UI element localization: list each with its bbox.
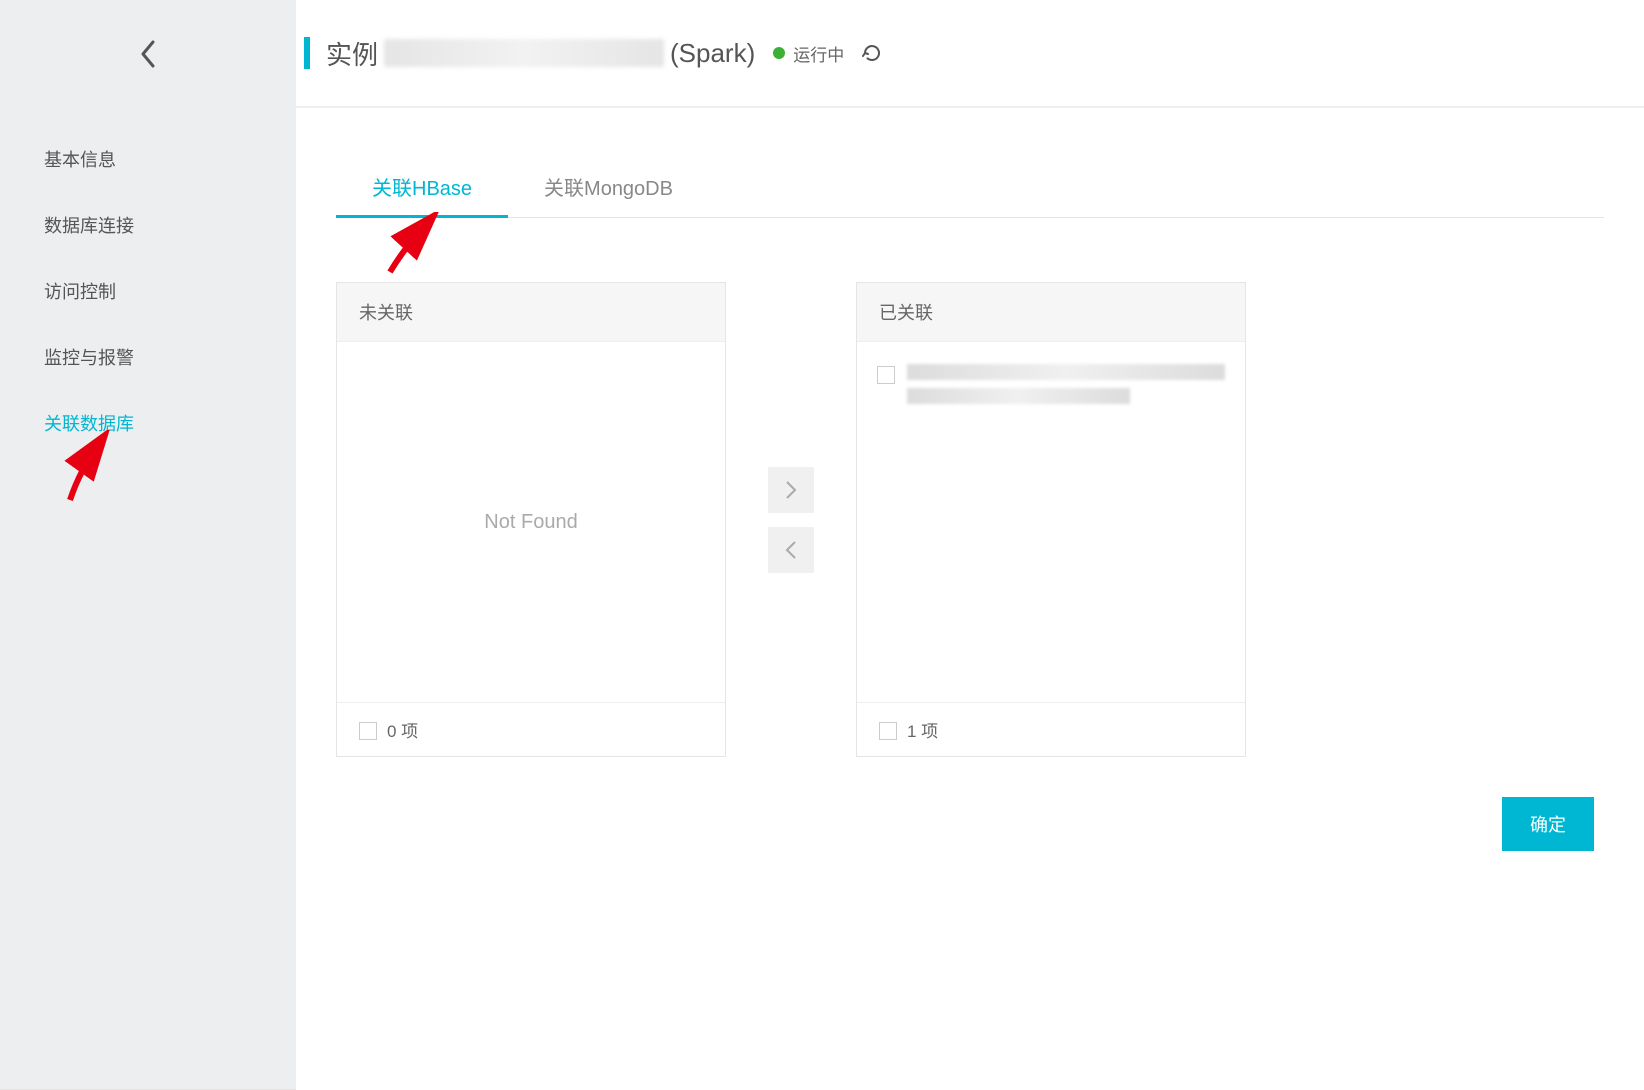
transfer-container: 未关联 Not Found 0 项: [336, 282, 1604, 757]
linked-count: 1 项: [907, 717, 938, 742]
panel-unlinked-header: 未关联: [337, 283, 725, 342]
panel-linked-header: 已关联: [857, 283, 1245, 342]
chevron-left-icon: [139, 40, 157, 68]
transfer-controls: [768, 282, 814, 757]
redacted-item-text: [907, 364, 1225, 404]
main-content: 实例 (Spark) 运行中 关联HBase 关联MongoDB: [296, 0, 1644, 1090]
annotation-arrow: [380, 212, 450, 282]
redacted-instance-name: [384, 39, 664, 67]
tab-mongodb[interactable]: 关联MongoDB: [508, 156, 709, 217]
refresh-button[interactable]: [862, 43, 882, 63]
sidebar-item-db-connections[interactable]: 数据库连接: [0, 192, 296, 258]
page-title: 实例 (Spark): [326, 35, 755, 72]
panel-linked-body: [857, 342, 1245, 702]
panel-unlinked-body: Not Found: [337, 342, 725, 702]
panel-linked-footer: 1 项: [857, 702, 1245, 756]
select-all-unlinked-checkbox[interactable]: [359, 722, 377, 740]
confirm-button[interactable]: 确定: [1502, 797, 1594, 851]
page-header: 实例 (Spark) 运行中: [296, 0, 1644, 108]
panel-linked: 已关联 1 项: [856, 282, 1246, 757]
title-prefix: 实例: [326, 35, 378, 72]
chevron-right-icon: [784, 480, 798, 500]
status-indicator-dot: [773, 47, 785, 59]
unlinked-count: 0 项: [387, 717, 418, 742]
tabs: 关联HBase 关联MongoDB: [336, 156, 1604, 218]
list-item[interactable]: [877, 358, 1225, 410]
chevron-left-icon: [784, 540, 798, 560]
panel-unlinked: 未关联 Not Found 0 项: [336, 282, 726, 757]
sidebar-item-access-control[interactable]: 访问控制: [0, 258, 296, 324]
move-left-button[interactable]: [768, 527, 814, 573]
sidebar: 基本信息 数据库连接 访问控制 监控与报警 关联数据库: [0, 0, 296, 1090]
sidebar-item-monitoring[interactable]: 监控与报警: [0, 324, 296, 390]
back-button[interactable]: [0, 0, 296, 108]
sidebar-item-basic-info[interactable]: 基本信息: [0, 126, 296, 192]
content-area: 关联HBase 关联MongoDB 未关联 Not Found 0 项: [296, 108, 1644, 899]
move-right-button[interactable]: [768, 467, 814, 513]
item-checkbox[interactable]: [877, 366, 895, 384]
empty-text: Not Found: [484, 511, 577, 534]
tab-hbase[interactable]: 关联HBase: [336, 156, 508, 217]
confirm-row: 确定: [336, 797, 1604, 851]
title-suffix: (Spark): [670, 38, 755, 69]
sidebar-nav: 基本信息 数据库连接 访问控制 监控与报警 关联数据库: [0, 108, 296, 456]
refresh-icon: [862, 43, 882, 63]
status-text: 运行中: [793, 41, 844, 66]
select-all-linked-checkbox[interactable]: [879, 722, 897, 740]
sidebar-item-linked-db[interactable]: 关联数据库: [0, 390, 296, 456]
panel-unlinked-footer: 0 项: [337, 702, 725, 756]
header-accent-bar: [304, 37, 310, 69]
